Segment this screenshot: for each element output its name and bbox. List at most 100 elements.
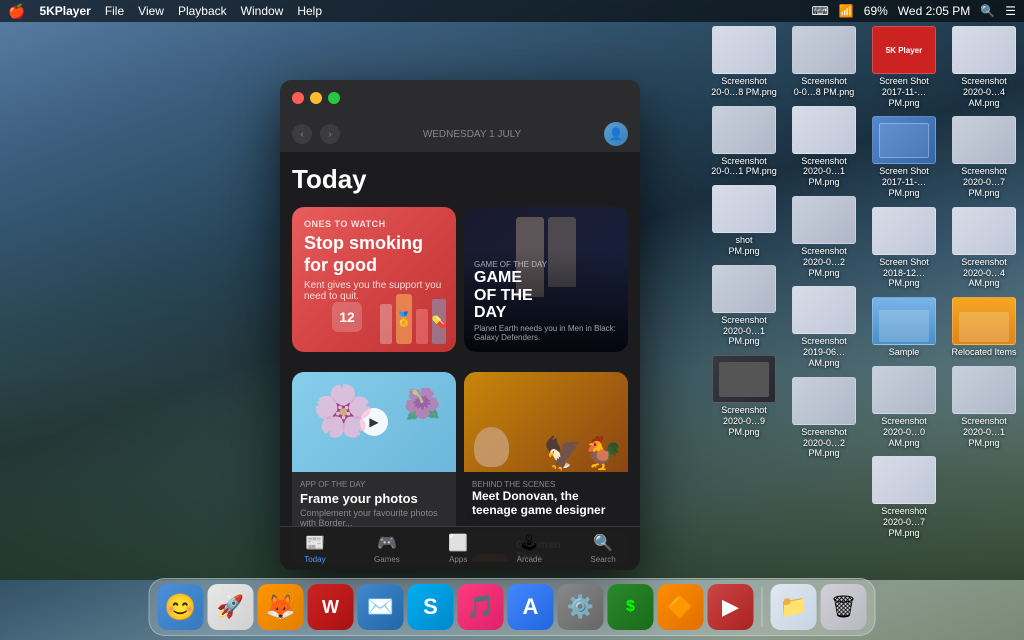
desktop-icon[interactable]: shotPM.png [706,185,782,257]
search-icon: 🔍 [593,533,613,553]
dock-wps[interactable]: W [308,584,354,630]
dock-launchpad[interactable]: 🚀 [208,584,254,630]
dock-vlc[interactable]: 🔶 [658,584,704,630]
icon-column-1: Screenshot20-0…8 PM.png Screenshot20-0…1… [704,26,784,572]
today-icon: 📰 [305,533,325,553]
desktop-icon[interactable]: Screenshot0-0…8 PM.png [786,26,862,98]
games-tab-label: Games [374,555,400,564]
today-tab-label: Today [304,555,325,564]
appstore-content[interactable]: Today ONES TO WATCH Stop smoking for goo… [280,152,640,562]
forward-button[interactable]: › [320,124,340,144]
donovan-bottom: BEHIND THE SCENES Meet Donovan, the teen… [464,472,628,525]
desktop-icon[interactable]: Screen Shot2018-12…PM.png [866,207,942,289]
minimize-button[interactable] [310,92,322,104]
photos-img: 🌸 🌺 ▶ [292,372,456,472]
battery-label: 69% [864,4,888,18]
gotd-subtitle: Planet Earth needs you in Men in Black: … [474,324,618,342]
arcade-tab-label: Arcade [517,555,542,564]
dock-mail[interactable]: ✉️ [358,584,404,630]
games-icon: 🎮 [377,533,397,553]
dock-itunes[interactable]: 🎵 [458,584,504,630]
dock-trash[interactable]: 🗑 [821,584,867,630]
dock-finder[interactable]: 😊 [158,584,204,630]
smoking-label: ONES TO WATCH [304,219,444,229]
dock-files[interactable]: 📁 [771,584,817,630]
menubar-left: 🍎 5KPlayer File View Playback Window Hel… [8,3,322,20]
close-button[interactable] [292,92,304,104]
window-titlebar [280,80,640,116]
photos-title: Frame your photos [300,491,448,506]
spotlight-icon[interactable]: 🔍 [980,4,995,18]
dock-5kplayer[interactable]: ▶ [708,584,754,630]
desktop-icon[interactable]: Screenshot20-0…8 PM.png [706,26,782,98]
desktop-icon[interactable]: Screenshot2020-0…1 PM.png [786,106,862,188]
back-button[interactable]: ‹ [292,124,312,144]
gotd-card-inner: GAME OF THE DAY GAMEOF THEDAY Planet Ear… [464,207,628,352]
donovan-top: 🦅🐓 [464,372,628,472]
desktop-icon-panel: Screenshot20-0…8 PM.png Screenshot20-0…1… [694,26,1024,572]
photos-desc: Complement your favourite photos with Bo… [300,508,448,528]
gotd-label: GAME OF THE DAY [474,260,618,269]
appstore-date: WEDNESDAY 1 JULY [348,129,596,140]
icon-column-3: 5K Player Screen Shot2017-11-…PM.png Scr… [864,26,944,572]
dock-separator [762,587,763,627]
desktop-icon[interactable]: Screenshot2020-0…1 PM.png [946,366,1022,448]
badge-12: 12 [332,302,362,332]
desktop-icon[interactable]: Screenshot2020-0…4 AM.png [946,26,1022,108]
dock-skype[interactable]: S [408,584,454,630]
donovan-chars: 🦅🐓 [543,434,623,472]
desktop-icon[interactable]: Screenshot2020-0…7 PM.png [866,456,942,538]
appstore-navbar: ‹ › WEDNESDAY 1 JULY 👤 [280,116,640,152]
desktop-icon[interactable]: Screenshot2020-0…9 PM.png [706,355,782,437]
apple-menu[interactable]: 🍎 [8,3,25,20]
dock-terminal[interactable]: $ [608,584,654,630]
tab-search[interactable]: 🔍 Search [590,533,615,564]
menu-file[interactable]: File [105,4,124,18]
user-avatar[interactable]: 👤 [604,122,628,146]
dock-appstore[interactable]: A [508,584,554,630]
menubar: 🍎 5KPlayer File View Playback Window Hel… [0,0,1024,22]
desktop-icon[interactable]: Sample [866,297,942,358]
desktop-icon[interactable]: Screenshot2020-0…2 PM.png [786,377,862,459]
desktop-icon[interactable]: 5K Player Screen Shot2017-11-…PM.png [866,26,942,108]
search-tab-label: Search [590,555,615,564]
tab-games[interactable]: 🎮 Games [374,533,400,564]
tab-apps[interactable]: ⬜ Apps [448,533,468,564]
control-center-icon[interactable]: ☰ [1005,4,1016,18]
appstore-tabs: 📰 Today 🎮 Games ⬜ Apps 🕹 Arcade 🔍 Search [280,526,640,570]
smoking-illustration: 🏅 💊 [380,294,446,344]
icon-column-2: Screenshot0-0…8 PM.png Screenshot2020-0…… [784,26,864,572]
desktop-icon[interactable]: Screenshot2020-0…4 AM.png [946,207,1022,289]
menu-view[interactable]: View [138,4,164,18]
today-title: Today [292,164,628,195]
smoking-card[interactable]: ONES TO WATCH Stop smoking for good Kent… [292,207,456,352]
app-name[interactable]: 5KPlayer [39,4,90,18]
desktop-icon[interactable]: Screen Shot2017-11-…PM.png [866,116,942,198]
dock-firefox[interactable]: 🦊 [258,584,304,630]
desktop-icon[interactable]: Screenshot2020-0…1 PM.png [706,265,782,347]
flower2-decoration: 🌺 [404,387,441,422]
menu-help[interactable]: Help [297,4,322,18]
donovan-title: Meet Donovan, the teenage game designer [472,489,620,517]
desktop-icon[interactable]: Relocated Items [946,297,1022,358]
dock-system-prefs[interactable]: ⚙️ [558,584,604,630]
donovan-inner[interactable]: 🦅🐓 BEHIND THE SCENES Meet Donovan, the t… [464,372,628,525]
desktop-icon[interactable]: Screenshot2020-0…7 PM.png [946,116,1022,198]
menubar-right: ⌨ 📶 69% Wed 2:05 PM 🔍 ☰ [811,4,1016,18]
maximize-button[interactable] [328,92,340,104]
tab-today[interactable]: 📰 Today [304,533,325,564]
tab-arcade[interactable]: 🕹 Arcade [517,533,542,564]
desktop-icon[interactable]: Screenshot20-0…1 PM.png [706,106,782,178]
desktop-icon[interactable]: Screenshot2020-0…2 PM.png [786,196,862,278]
featured-card-row: ONES TO WATCH Stop smoking for good Kent… [292,207,628,362]
menu-window[interactable]: Window [241,4,284,18]
gotd-card[interactable]: GAME OF THE DAY GAMEOF THEDAY Planet Ear… [464,207,628,352]
desktop-icon[interactable]: Screenshot2019-06…AM.png [786,286,862,368]
photos-label: APP OF THE DAY [300,480,448,489]
menu-playback[interactable]: Playback [178,4,227,18]
apps-icon: ⬜ [448,533,468,553]
desktop-icon[interactable]: Screenshot2020-0…0 AM.png [866,366,942,448]
dock: 😊 🚀 🦊 W ✉️ S 🎵 A ⚙️ [149,578,876,636]
apps-tab-label: Apps [449,555,467,564]
icon-column-4: Screenshot2020-0…4 AM.png Screenshot2020… [944,26,1024,572]
